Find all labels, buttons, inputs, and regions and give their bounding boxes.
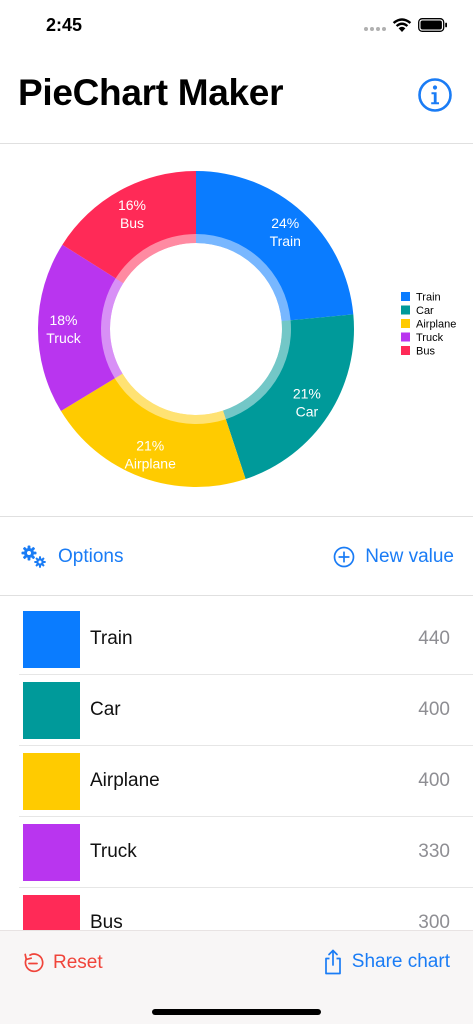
slice-percent-label: 21% xyxy=(293,386,321,402)
legend-swatch-bus xyxy=(401,346,410,355)
battery-icon xyxy=(418,18,447,32)
status-time: 2:45 xyxy=(46,15,83,35)
bottom-bar: Reset Share chart xyxy=(0,930,473,1024)
legend-swatch-train xyxy=(401,292,410,301)
color-swatch[interactable] xyxy=(23,611,80,668)
share-icon xyxy=(324,949,341,975)
item-name: Train xyxy=(90,628,133,649)
legend-label-bus: Bus xyxy=(416,346,435,358)
reset-button[interactable]: Reset xyxy=(22,949,103,977)
slice-percent-label: 18% xyxy=(49,312,77,328)
color-swatch[interactable] xyxy=(23,682,80,739)
list-item[interactable]: Airplane 400 xyxy=(19,746,473,817)
legend-swatch-airplane xyxy=(401,319,410,328)
list-item[interactable]: Bus 300 xyxy=(19,888,473,930)
legend-label-truck: Truck xyxy=(416,332,444,344)
value-list: Train 440 Car 400 Airplane 400 Truck 330… xyxy=(0,604,473,930)
legend-label-car: Car xyxy=(416,305,434,317)
signal-icon xyxy=(364,27,386,31)
gears-icon xyxy=(21,545,46,568)
legend-label-airplane: Airplane xyxy=(416,319,456,331)
home-indicator xyxy=(152,1009,321,1015)
share-chart-label: Share chart xyxy=(351,951,450,972)
item-name: Bus xyxy=(90,912,123,930)
list-item[interactable]: Truck 330 xyxy=(19,817,473,888)
color-swatch[interactable] xyxy=(23,824,80,881)
slice-category-label: Truck xyxy=(46,330,81,346)
list-item[interactable]: Car 400 xyxy=(19,675,473,746)
slice-category-label: Bus xyxy=(120,215,144,231)
status-bar: 2:45 xyxy=(0,0,473,50)
options-button[interactable]: Options xyxy=(20,542,123,572)
reset-label: Reset xyxy=(53,952,103,973)
options-label: Options xyxy=(58,546,124,567)
toolbar: Options New value xyxy=(0,518,473,596)
info-circle-icon[interactable] xyxy=(417,77,453,113)
page-title: PieChart Maker xyxy=(18,72,284,113)
item-value: 400 xyxy=(418,770,450,791)
color-swatch[interactable] xyxy=(23,895,80,930)
item-name: Airplane xyxy=(90,770,160,791)
slice-percent-label: 16% xyxy=(118,197,146,213)
slice-category-label: Train xyxy=(270,233,301,249)
slice-percent-label: 24% xyxy=(271,215,299,231)
reset-icon xyxy=(24,953,44,973)
plus-circle-icon xyxy=(333,546,355,568)
slice-category-label: Airplane xyxy=(125,455,177,471)
legend-swatch-car xyxy=(401,305,410,315)
new-value-button[interactable]: New value xyxy=(333,542,454,572)
item-value: 400 xyxy=(418,699,450,720)
pie-chart-area: 24% Train 21% Car 21% Airplane 18% Truck 16% Bus T… xyxy=(0,145,473,517)
color-swatch[interactable] xyxy=(23,753,80,810)
donut-chart: 24% Train 21% Car 21% Airplane 18% Truck 16% Bus T… xyxy=(37,171,456,488)
share-chart-button[interactable]: Share chart xyxy=(323,948,450,976)
slice-category-label: Car xyxy=(296,404,319,420)
item-value: 300 xyxy=(418,912,450,930)
item-name: Car xyxy=(90,699,121,720)
nav-header: PieChart Maker xyxy=(0,60,473,144)
wifi-icon xyxy=(392,18,412,32)
legend-label-train: Train xyxy=(416,292,441,304)
item-name: Truck xyxy=(90,841,137,862)
slice-percent-label: 21% xyxy=(136,437,164,453)
legend-swatch-truck xyxy=(401,332,410,342)
list-item[interactable]: Train 440 xyxy=(19,604,473,675)
new-value-label: New value xyxy=(365,546,454,567)
item-value: 440 xyxy=(418,628,450,649)
item-value: 330 xyxy=(418,841,450,862)
